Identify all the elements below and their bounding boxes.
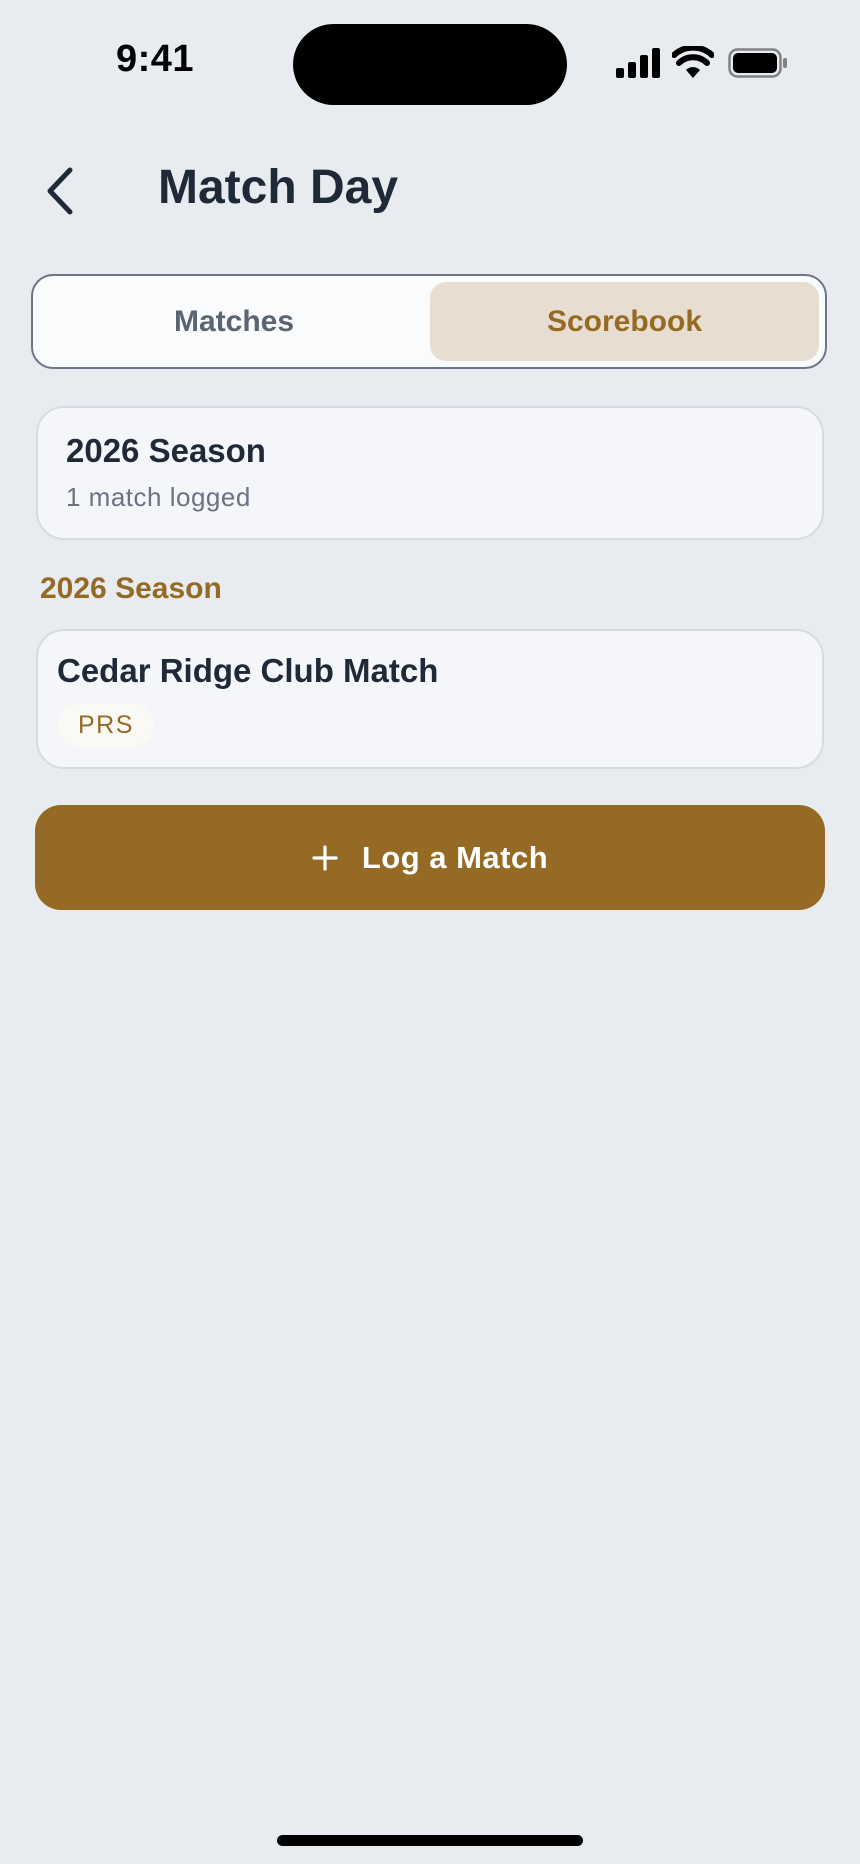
back-button[interactable]	[40, 166, 80, 216]
section-header: 2026 Season	[40, 572, 222, 605]
log-match-button[interactable]: Log a Match	[35, 805, 825, 910]
season-summary-title: 2026 Season	[66, 432, 266, 469]
dynamic-island	[293, 24, 567, 105]
view-segmented-control: Matches Scorebook	[31, 274, 827, 369]
tab-matches[interactable]: Matches	[39, 282, 429, 361]
home-indicator[interactable]	[277, 1835, 583, 1846]
match-card[interactable]	[36, 629, 824, 769]
wifi-icon	[671, 44, 715, 83]
chevron-left-icon	[47, 167, 73, 215]
plus-icon	[312, 844, 338, 871]
cellular-signal-icon	[616, 48, 660, 83]
tab-scorebook[interactable]: Scorebook	[430, 282, 819, 361]
season-summary-card[interactable]	[36, 406, 824, 540]
match-title: Cedar Ridge Club Match	[57, 652, 439, 689]
season-summary-count: 1 match logged	[66, 482, 251, 512]
page-title: Match Day	[158, 161, 399, 214]
status-time: 9:41	[116, 38, 195, 80]
battery-icon	[728, 48, 788, 83]
match-type-badge: PRS	[58, 703, 154, 747]
log-match-label: Log a Match	[361, 839, 549, 875]
